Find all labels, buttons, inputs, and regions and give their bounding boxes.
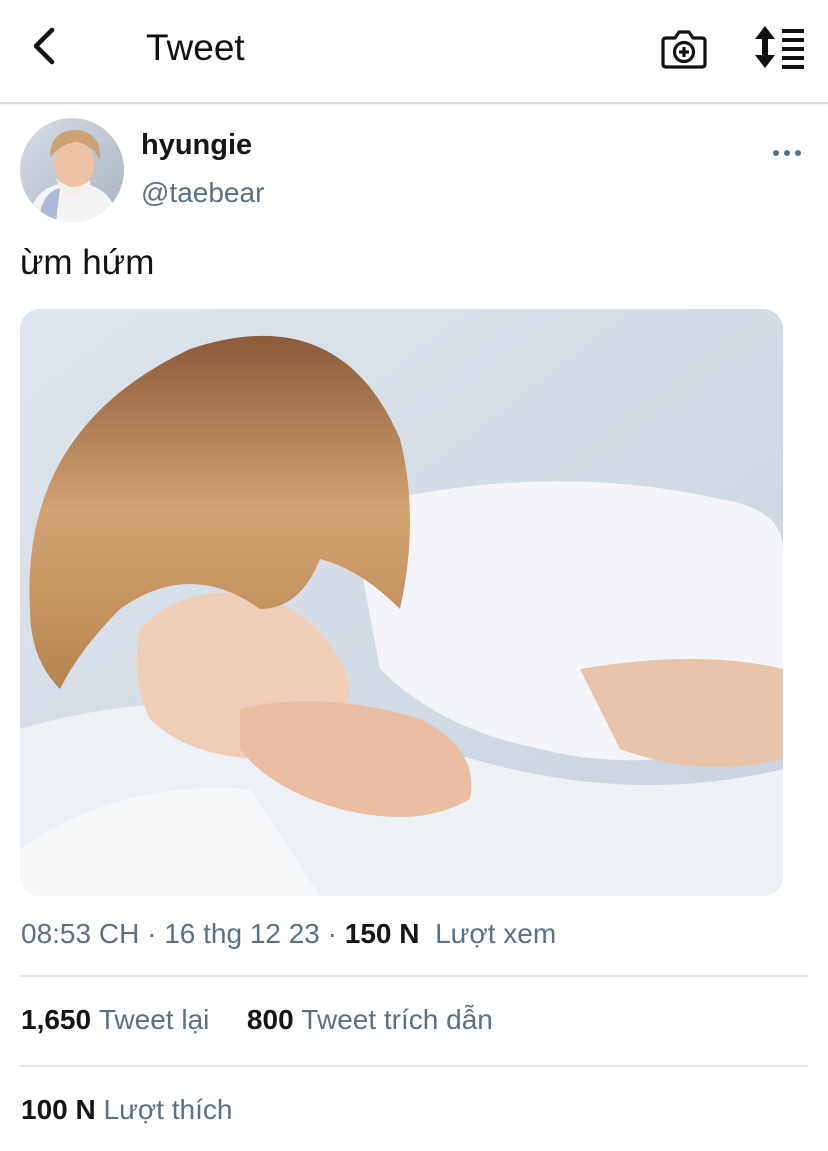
likes-label: Lượt thích (103, 1094, 233, 1125)
more-horizontal-icon (773, 150, 801, 156)
tweet-meta-row: 08:53 CH · 16 thg 12 23 · 150 N Lượt xem (21, 914, 556, 954)
quotes-count: 800 (246, 1004, 294, 1035)
retweets-stat[interactable]: 1,650 Tweet lại (21, 1004, 209, 1035)
quotes-stat[interactable]: 800 Tweet trích dẫn (247, 1004, 493, 1035)
more-options-button[interactable] (770, 140, 804, 166)
author-handle[interactable]: @taebear (141, 176, 264, 210)
likes-stat[interactable]: 100 N Lượt thích (21, 1094, 232, 1125)
retweet-quote-row: 1,650 Tweet lại 800 Tweet trích dẫn (21, 1000, 493, 1040)
page-title: Tweet (146, 27, 245, 68)
tweet-date: 16 thg 12 23 (164, 918, 320, 949)
tweet-text: ừm hứm (20, 243, 155, 282)
quotes-label: Tweet trích dẫn (301, 1004, 493, 1035)
sort-button[interactable] (752, 24, 808, 70)
sort-list-icon (755, 26, 804, 69)
views-count: 150 N (344, 918, 420, 949)
retweets-label: Tweet lại (98, 1004, 210, 1035)
chevron-left-icon (33, 27, 55, 65)
avatar[interactable] (20, 118, 124, 222)
camera-plus-icon (661, 30, 707, 69)
views-label[interactable]: Lượt xem (427, 918, 556, 949)
top-bar: Tweet (0, 0, 828, 104)
separator-dot: · (147, 918, 165, 949)
likes-row: 100 N Lượt thích (21, 1090, 232, 1130)
photo (20, 309, 783, 896)
back-button[interactable] (22, 24, 66, 68)
retweets-count: 1,650 (21, 1004, 92, 1035)
likes-count: 100 N (21, 1094, 96, 1125)
separator-dot: · (327, 918, 345, 949)
avatar-photo (20, 118, 124, 222)
tweet-time: 08:53 CH (21, 918, 140, 949)
tweet-media-image[interactable] (20, 309, 783, 896)
author-name[interactable]: hyungie (141, 127, 252, 163)
divider (20, 975, 808, 977)
divider (20, 1065, 808, 1067)
camera-button[interactable] (660, 26, 708, 70)
